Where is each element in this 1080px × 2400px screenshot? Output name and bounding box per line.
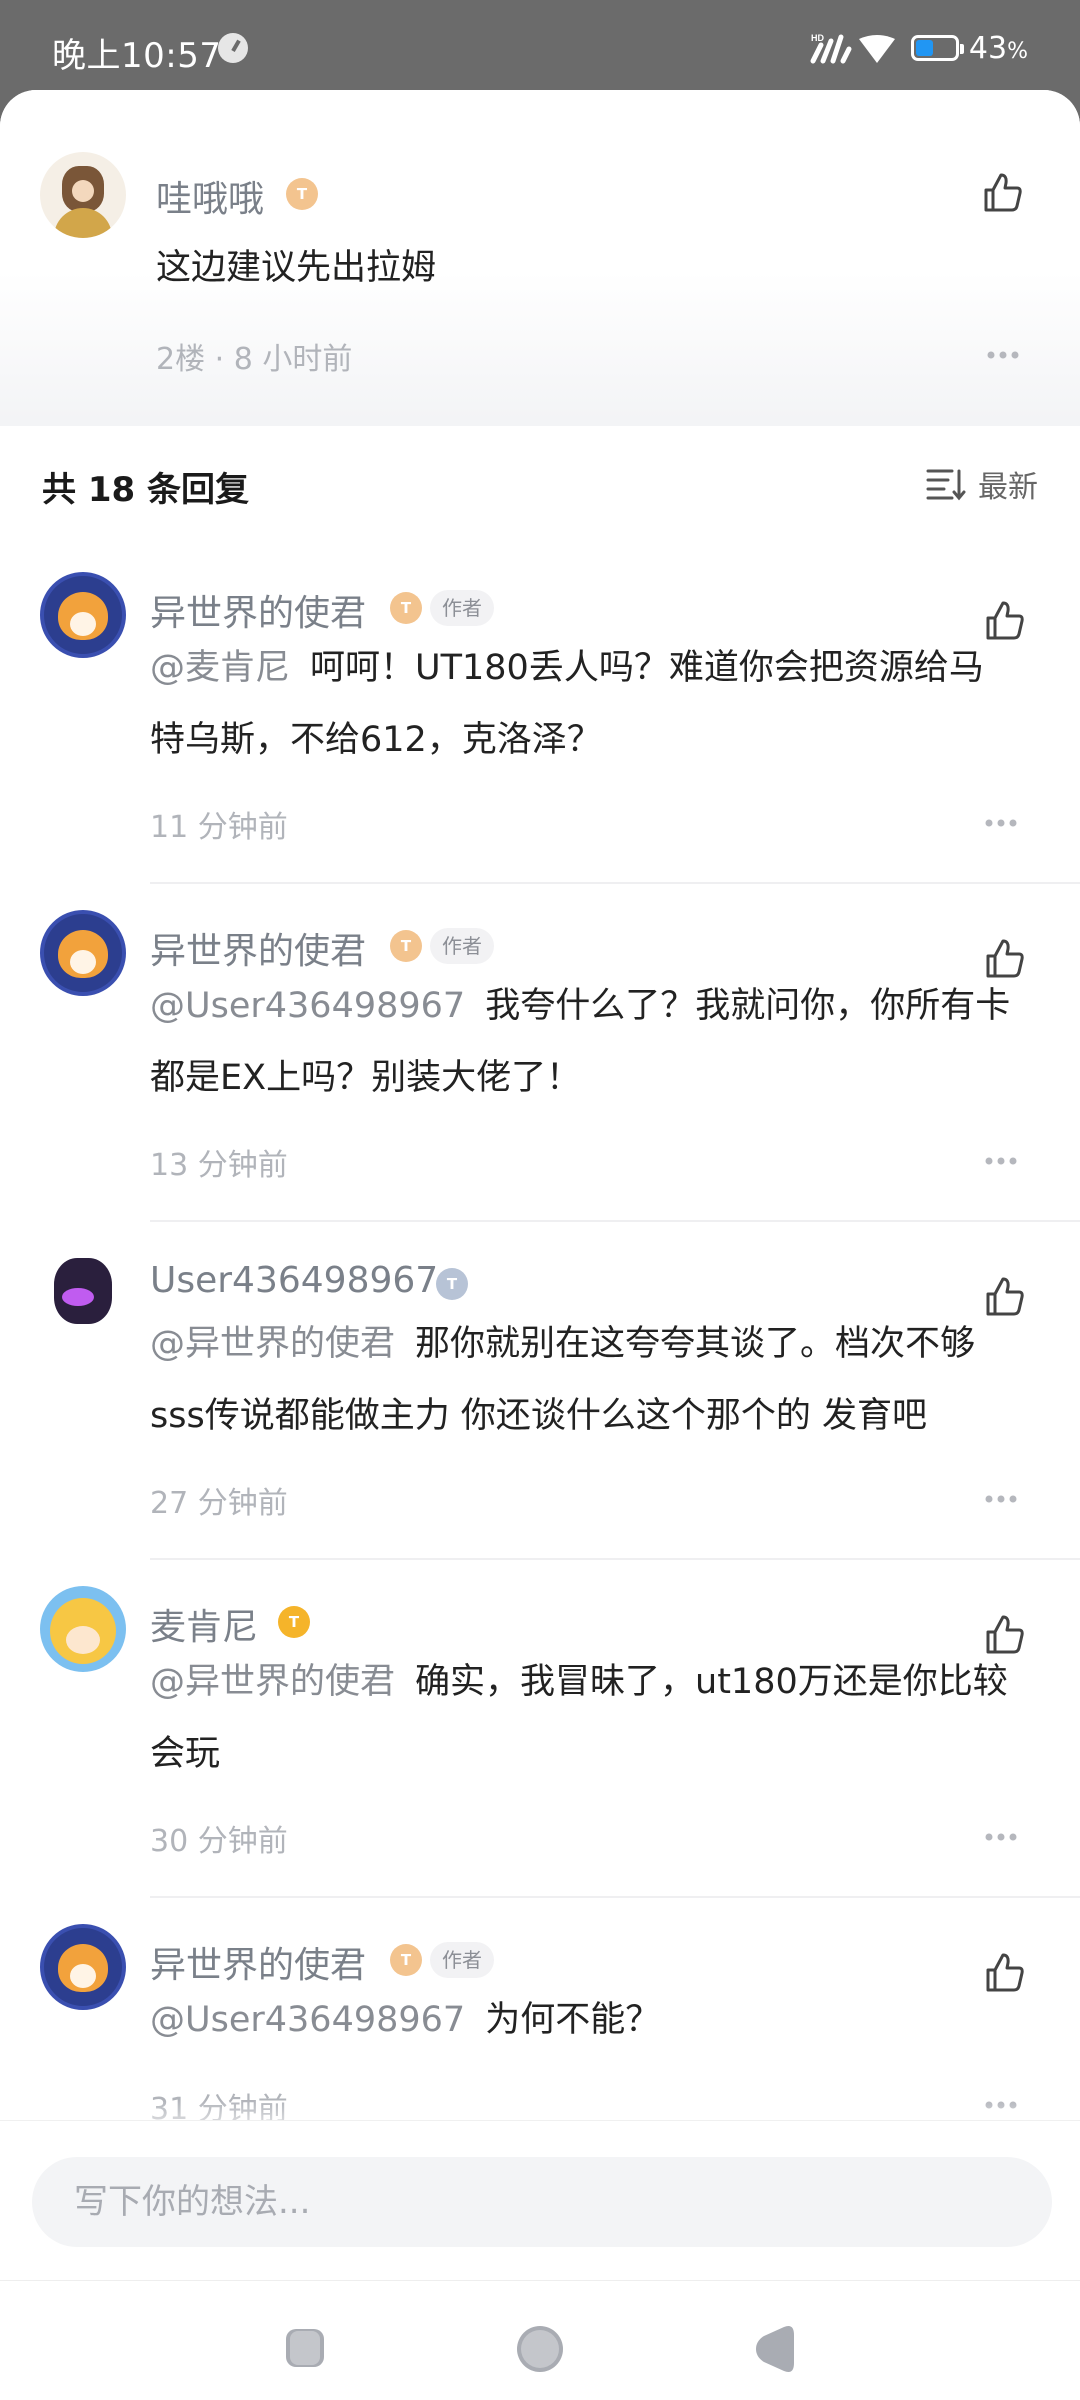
- author-tag: 作者: [430, 590, 494, 626]
- reply-username[interactable]: 异世界的使君: [150, 1936, 366, 1988]
- mention-link[interactable]: @异世界的使君: [150, 1324, 395, 1364]
- comment-sheet: 哇哦哦 T 这边建议先出拉姆 2楼 · 8 小时前 共 18 条回复 最新 异世…: [0, 90, 1080, 2400]
- recents-icon[interactable]: [280, 2323, 330, 2373]
- more-icon[interactable]: [984, 1494, 1018, 1504]
- avatar[interactable]: [40, 572, 126, 658]
- mention-link[interactable]: @User436498967: [150, 2000, 465, 2040]
- avatar[interactable]: [40, 152, 126, 238]
- sort-label: 最新: [978, 470, 1038, 505]
- reply-time: 30 分钟前: [150, 1824, 288, 1859]
- sort-icon: [926, 469, 966, 501]
- status-time: 晚上10:57: [52, 36, 222, 76]
- mention-link[interactable]: @异世界的使君: [150, 1662, 395, 1702]
- level-badge-icon: T: [390, 1944, 422, 1976]
- avatar[interactable]: [40, 1924, 126, 2010]
- reply-text: @User436498967 我夸什么了？我就问你，你所有卡 都是EX上吗？别装大佬…: [150, 986, 1011, 1098]
- reply-text: @麦肯尼 呵呵！UT180丢人吗？难道你会把资源给马 特乌斯，不给612，克洛泽？: [150, 648, 984, 760]
- reply-text: @异世界的使君 确实，我冒昧了，ut180万还是你比较 会玩: [150, 1662, 1008, 1774]
- battery-percent: 43%: [968, 30, 1028, 66]
- main-comment-username[interactable]: 哇哦哦: [156, 170, 264, 222]
- avatar[interactable]: [40, 1248, 126, 1334]
- reply-time: 13 分钟前: [150, 1148, 288, 1183]
- divider: [150, 1896, 1080, 1898]
- reply-username[interactable]: User436498967: [150, 1260, 438, 1301]
- alarm-icon: [218, 33, 248, 63]
- reply-username[interactable]: 麦肯尼: [150, 1598, 258, 1650]
- section-gap: [0, 420, 1080, 426]
- sort-button[interactable]: 最新: [926, 462, 1038, 506]
- system-nav-bar: [0, 2280, 1080, 2400]
- level-badge-icon: T: [390, 592, 422, 624]
- divider: [150, 1220, 1080, 1222]
- reply-username[interactable]: 异世界的使君: [150, 922, 366, 974]
- reply-username[interactable]: 异世界的使君: [150, 584, 366, 636]
- more-icon[interactable]: [986, 350, 1020, 360]
- more-icon[interactable]: [984, 1832, 1018, 1842]
- reply-count: 共 18 条回复: [42, 470, 249, 510]
- divider: [150, 882, 1080, 884]
- reply-text: @User436498967 为何不能？: [150, 2000, 661, 2040]
- main-comment: 哇哦哦 T 这边建议先出拉姆 2楼 · 8 小时前: [0, 90, 1080, 420]
- reply-time: 27 分钟前: [150, 1486, 288, 1521]
- mention-link[interactable]: @麦肯尼: [150, 648, 290, 688]
- main-comment-meta: 2楼 · 8 小时前: [156, 342, 353, 377]
- author-tag: 作者: [430, 928, 494, 964]
- svg-text:HD: HD: [811, 33, 824, 43]
- mention-link[interactable]: @User436498967: [150, 986, 465, 1026]
- status-bar: 晚上10:57 HD 43%: [0, 0, 1080, 96]
- main-comment-text: 这边建议先出拉姆: [156, 248, 437, 288]
- level-badge-icon: T: [436, 1268, 468, 1300]
- comment-input[interactable]: 写下你的想法...: [32, 2157, 1052, 2247]
- back-icon[interactable]: [748, 2323, 800, 2375]
- status-indicators: HD 43%: [809, 28, 1028, 68]
- author-tag: 作者: [430, 1942, 494, 1978]
- level-badge-icon: T: [286, 178, 318, 210]
- comment-input-bar: 写下你的想法...: [0, 2120, 1080, 2280]
- reply-text: @异世界的使君 那你就别在这夸夸其谈了。档次不够 sss传说都能做主力 你还谈什么这…: [150, 1324, 976, 1436]
- level-badge-icon: T: [278, 1606, 310, 1638]
- divider: [150, 1558, 1080, 1560]
- thumbs-up-icon[interactable]: [980, 170, 1024, 214]
- battery-icon: [910, 35, 964, 61]
- more-icon[interactable]: [984, 818, 1018, 828]
- signal-icon: HD: [810, 33, 895, 64]
- reply-time: 11 分钟前: [150, 810, 288, 845]
- avatar[interactable]: [40, 1586, 126, 1672]
- avatar[interactable]: [40, 910, 126, 996]
- more-icon[interactable]: [984, 1156, 1018, 1166]
- home-icon[interactable]: [514, 2323, 566, 2375]
- level-badge-icon: T: [390, 930, 422, 962]
